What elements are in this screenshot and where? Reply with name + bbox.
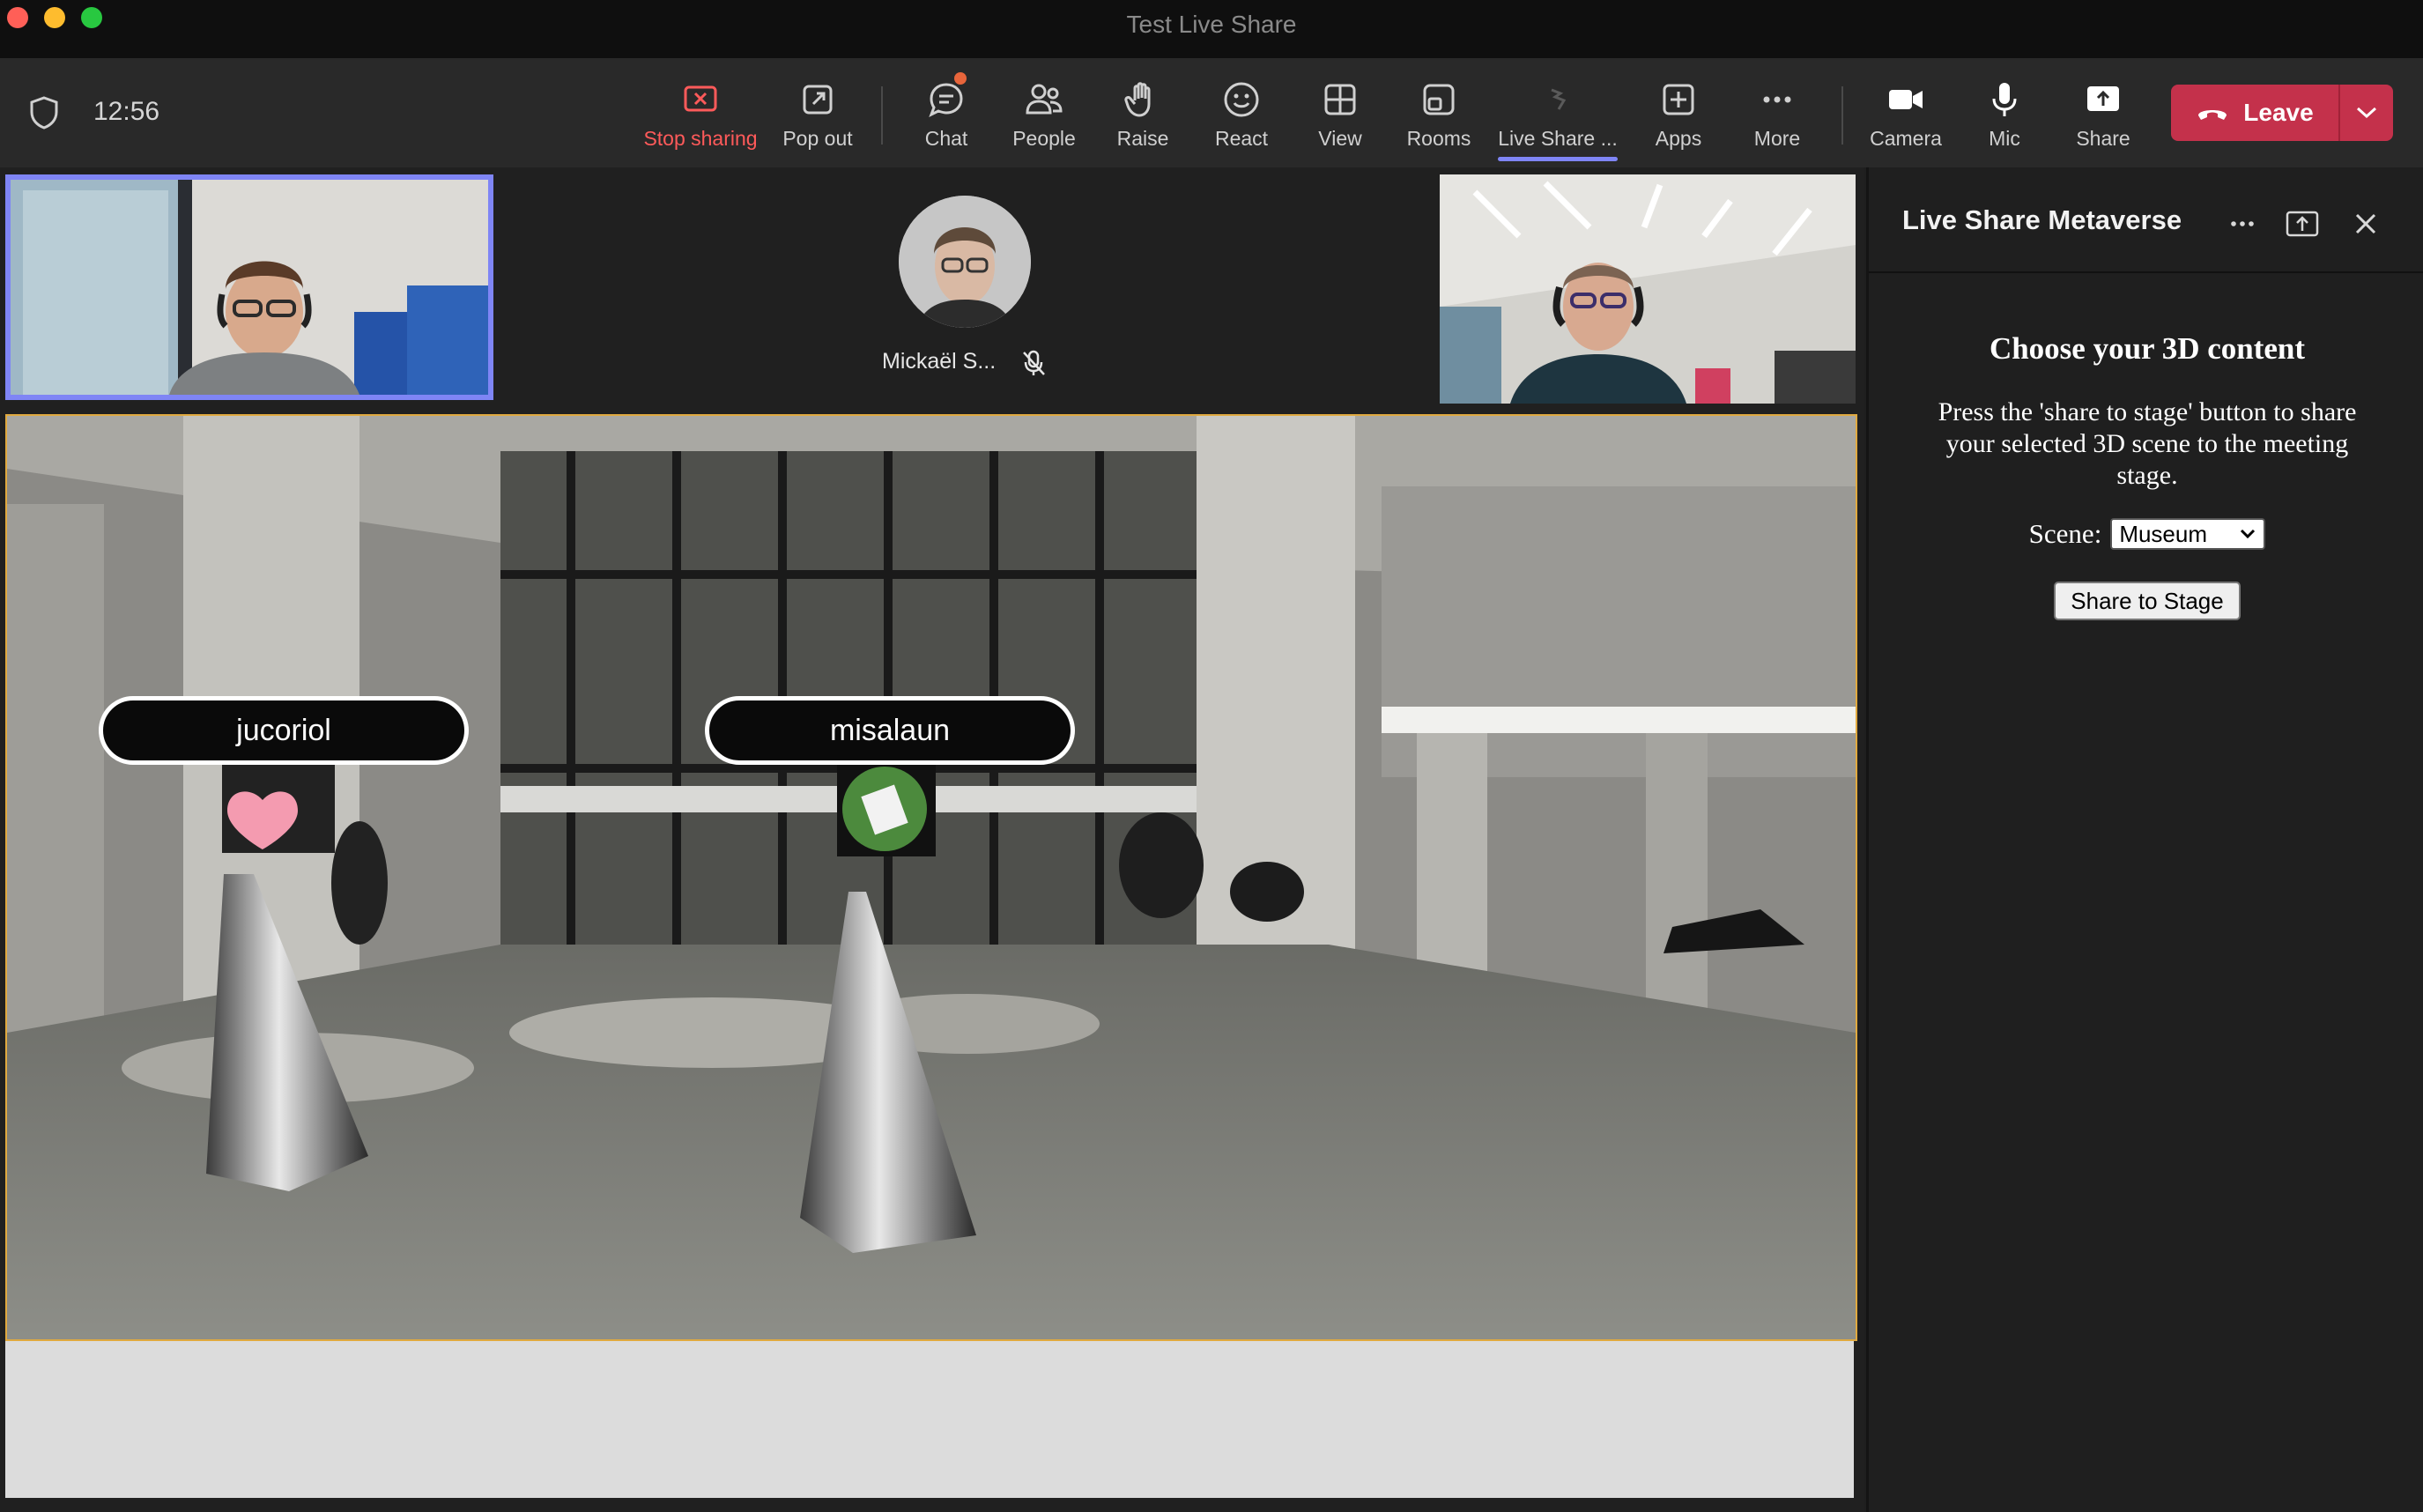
microphone-muted-icon — [1023, 350, 1045, 375]
chevron-down-icon — [2241, 529, 2256, 539]
toolbar-divider — [1841, 86, 1843, 145]
avatar-nametag: misalaun — [705, 696, 1075, 765]
camera-label: Camera — [1870, 127, 1942, 150]
meeting-timer: 12:56 — [93, 97, 160, 126]
microphone-icon — [1992, 83, 2017, 116]
view-button[interactable]: View — [1287, 58, 1393, 167]
panel-heading: Choose your 3D content — [1989, 331, 2306, 366]
panel-title: Live Share Metaverse — [1902, 204, 2182, 235]
people-icon — [1026, 84, 1063, 115]
pop-out-button[interactable]: Pop out — [765, 58, 871, 167]
share-screen-icon — [2087, 86, 2119, 111]
raise-hand-icon — [1124, 82, 1151, 117]
camera-icon — [1889, 90, 1923, 109]
participant-video — [11, 180, 488, 395]
avatar-nametag: jucoriol — [99, 696, 469, 765]
people-button[interactable]: People — [991, 58, 1097, 167]
chat-label: Chat — [924, 127, 968, 150]
people-label: People — [1012, 127, 1076, 150]
museum-3d-view — [7, 416, 1856, 1339]
more-dots-icon — [1763, 96, 1791, 103]
scene-selector-row: Scene: Museum — [1869, 518, 2423, 550]
leave-options-button[interactable] — [2340, 85, 2393, 141]
live-share-panel: Live Share Metaverse Choose your 3D cont… — [1866, 167, 2423, 1512]
shared-3d-scene[interactable]: jucoriol misalaun — [5, 414, 1857, 1341]
panel-header: Live Share Metaverse — [1869, 167, 2423, 273]
participant-name: Mickaël S... — [882, 349, 997, 374]
participant-video — [1440, 174, 1856, 404]
apps-label: Apps — [1655, 127, 1702, 150]
pop-out-icon — [803, 85, 833, 115]
more-options-icon[interactable] — [2225, 206, 2260, 241]
rooms-button[interactable]: Rooms — [1386, 58, 1492, 167]
react-label: React — [1214, 127, 1269, 150]
chat-button[interactable]: Chat — [893, 58, 999, 167]
toolbar-divider — [881, 86, 883, 145]
avatar[interactable] — [899, 196, 1031, 328]
share-label: Share — [2076, 127, 2130, 150]
avatar-photo — [899, 196, 1031, 328]
participant-video-tile[interactable] — [1440, 174, 1856, 404]
leave-control: Leave — [2171, 85, 2393, 141]
apps-button[interactable]: Apps — [1626, 58, 1731, 167]
share-button[interactable]: Share — [2050, 58, 2156, 167]
meeting-toolbar: 12:56 Stop sharing Pop out Chat People R… — [0, 58, 2423, 167]
camera-button[interactable]: Camera — [1853, 58, 1959, 167]
rooms-icon — [1423, 84, 1455, 115]
share-to-stage-button[interactable]: Share to Stage — [2054, 582, 2241, 620]
smiley-icon — [1224, 82, 1259, 117]
participant-video-tile[interactable] — [5, 174, 493, 400]
stop-sharing-icon — [684, 85, 717, 112]
panel-description: Press the 'share to stage' button to sha… — [1938, 397, 2357, 490]
raise-hand-label: Raise — [1116, 127, 1169, 150]
scene-label: Scene: — [2028, 518, 2102, 549]
leave-label: Leave — [2243, 99, 2314, 126]
shared-content-background — [5, 1341, 1854, 1498]
view-label: View — [1318, 127, 1362, 150]
window-titlebar: Test Live Share — [0, 0, 2423, 58]
react-button[interactable]: React — [1189, 58, 1294, 167]
scene-select[interactable]: Museum — [2110, 518, 2266, 550]
live-share-app-button[interactable]: Live Share ... — [1498, 58, 1618, 167]
live-share-app-label: Live Share ... — [1498, 127, 1618, 150]
chat-icon — [929, 83, 963, 118]
share-to-stage-icon[interactable] — [2285, 206, 2320, 241]
raise-hand-button[interactable]: Raise — [1090, 58, 1196, 167]
hang-up-icon — [2198, 110, 2227, 120]
stop-sharing-label: Stop sharing — [643, 127, 758, 150]
more-label: More — [1753, 127, 1801, 150]
live-share-app-icon — [1551, 88, 1567, 110]
active-app-indicator — [1498, 157, 1618, 161]
mic-label: Mic — [1989, 127, 2020, 150]
panel-content: Choose your 3D content Press the 'share … — [1869, 326, 2423, 620]
window-title: Test Live Share — [1126, 11, 1297, 38]
grid-view-icon — [1324, 84, 1356, 115]
rooms-label: Rooms — [1406, 127, 1471, 150]
leave-button[interactable]: Leave — [2171, 85, 2338, 141]
close-icon[interactable] — [2348, 206, 2383, 241]
scene-select-value: Museum — [2119, 520, 2208, 547]
stop-sharing-button[interactable]: Stop sharing — [643, 58, 758, 167]
more-button[interactable]: More — [1724, 58, 1830, 167]
pop-out-label: Pop out — [782, 127, 853, 150]
chevron-down-icon — [2356, 107, 2377, 119]
add-apps-icon — [1663, 84, 1694, 115]
chat-notification-badge — [954, 72, 967, 85]
shield-icon[interactable] — [28, 95, 60, 130]
mic-button[interactable]: Mic — [1952, 58, 2057, 167]
